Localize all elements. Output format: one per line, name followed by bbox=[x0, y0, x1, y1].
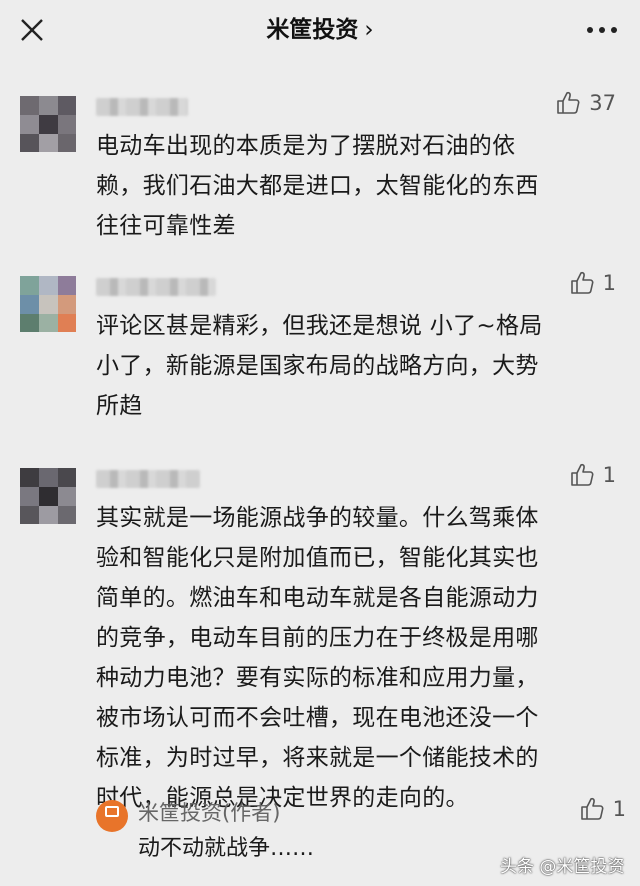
like-button[interactable]: 1 bbox=[579, 796, 626, 822]
comment-line: 其实就是一场能源战争的较量。什么驾乘体 bbox=[96, 505, 539, 531]
username-blurred bbox=[96, 278, 216, 296]
like-button[interactable]: 1 bbox=[569, 460, 616, 490]
comment-item: 37 电动车出现的本质是为了摆脱对石油的依 赖，我们石油大都是进口，太智能化的东… bbox=[0, 91, 640, 239]
comment-line: 的竞争，电动车目前的压力在于终极是用哪 bbox=[96, 625, 539, 651]
thumbs-up-icon bbox=[580, 797, 604, 820]
thumbs-up-icon bbox=[557, 91, 580, 114]
comment-line: 赖，我们石油大都是进口，太智能化的东西 bbox=[96, 173, 539, 199]
avatar[interactable] bbox=[20, 96, 76, 152]
thumbs-up-icon bbox=[570, 463, 594, 486]
comment-line: 评论区甚是精彩，但我还是想说 小了~格局 bbox=[96, 313, 543, 339]
comment-line: 验和智能化只是附加值而已，智能化其实也 bbox=[96, 545, 539, 571]
avatar[interactable] bbox=[20, 276, 76, 332]
watermark: 头条 @米筐投资 bbox=[500, 857, 625, 877]
comment-line: 电动车出现的本质是为了摆脱对石油的依 bbox=[96, 133, 516, 159]
username-blurred bbox=[96, 470, 200, 488]
comment-item: 1 评论区甚是精彩，但我还是想说 小了~格局 小了，新能源是国家布局的战略方向，… bbox=[0, 271, 640, 419]
brand-logo-icon bbox=[105, 806, 119, 817]
comment-line: 小了，新能源是国家布局的战略方向，大势 bbox=[96, 353, 539, 379]
reply-author[interactable]: 米筐投资(作者) bbox=[138, 800, 280, 826]
comment-item: 1 其实就是一场能源战争的较量。什么驾乘体 验和智能化只是附加值而已，智能化其实… bbox=[0, 463, 640, 811]
comment-line: 简单的。燃油车和电动车就是各自能源动力 bbox=[96, 585, 539, 611]
comment-line: 种动力电池？要有实际的标准和应用力量， bbox=[96, 665, 539, 691]
username-blurred bbox=[96, 98, 188, 116]
author-avatar[interactable] bbox=[96, 800, 128, 832]
like-count: 1 bbox=[612, 797, 626, 821]
comment-line: 所趋 bbox=[96, 393, 143, 419]
thumbs-up-icon bbox=[570, 271, 594, 294]
comment-text: 评论区甚是精彩，但我还是想说 小了~格局 小了，新能源是国家布局的战略方向，大势… bbox=[96, 306, 616, 426]
like-count: 1 bbox=[602, 271, 616, 295]
chevron-right-icon: › bbox=[364, 17, 374, 43]
comment-text: 电动车出现的本质是为了摆脱对石油的依 赖，我们石油大都是进口，太智能化的东西 往… bbox=[96, 126, 616, 246]
comment-line: 被市场认可而不会吐槽，现在电池还没一个 bbox=[96, 705, 539, 731]
account-title[interactable]: 米筐投资 › bbox=[0, 12, 640, 48]
account-name: 米筐投资 bbox=[266, 17, 359, 43]
like-count: 37 bbox=[589, 91, 616, 115]
avatar[interactable] bbox=[20, 468, 76, 524]
more-icon[interactable] bbox=[580, 18, 624, 42]
like-button[interactable]: 1 bbox=[569, 268, 616, 298]
top-bar: 米筐投资 › bbox=[0, 0, 640, 62]
like-count: 1 bbox=[602, 463, 616, 487]
comment-text: 其实就是一场能源战争的较量。什么驾乘体 验和智能化只是附加值而已，智能化其实也 … bbox=[96, 498, 616, 818]
like-button[interactable]: 37 bbox=[555, 88, 616, 118]
comment-line: 往往可靠性差 bbox=[96, 213, 236, 239]
comment-line: 标准，为时过早，将来就是一个储能技术的 bbox=[96, 745, 539, 771]
reply-text: 动不动就战争…… bbox=[138, 836, 315, 861]
